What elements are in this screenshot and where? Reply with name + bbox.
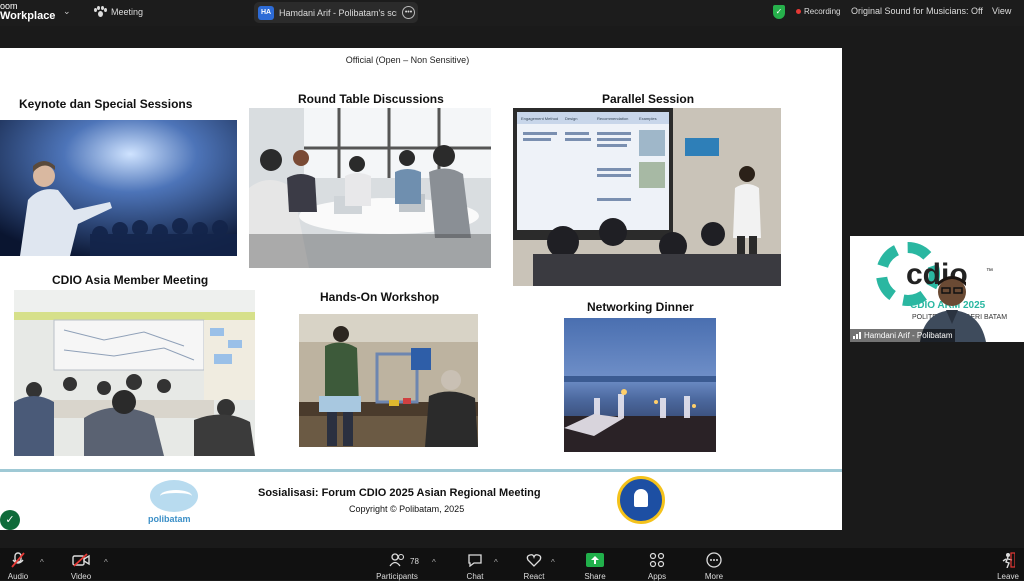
apps-icon (635, 552, 679, 568)
leave-button[interactable]: Leave (986, 552, 1024, 581)
participant-name: Hamdani Arif - Polibatam (864, 331, 953, 340)
paw-icon (94, 6, 107, 18)
section-title-member-meeting: CDIO Asia Member Meeting (52, 273, 209, 287)
apps-button[interactable]: Apps (635, 552, 679, 581)
photo-keynote (0, 120, 237, 256)
screen-col-engagement: Engagement Method (521, 116, 558, 121)
participant-video-tile[interactable]: cdio ™ CDIO ARM 2025 POLITEKNIK NEGERI B… (850, 236, 1024, 342)
chat-button[interactable]: Chat (453, 552, 497, 581)
photo-member-meeting (14, 290, 255, 456)
react-button[interactable]: React (512, 552, 556, 581)
audio-button[interactable]: Audio (0, 552, 40, 581)
section-title-parallel: Parallel Session (602, 92, 695, 106)
screen-share-tab[interactable]: HA Hamdani Arif - Polibatam's scree ••• (254, 2, 418, 23)
presenter-avatar: HA (258, 5, 274, 20)
signal-bars-icon (853, 332, 861, 339)
meeting-toolbar: Audio ^ Video ^ Participants 78 ^ Chat ^… (0, 548, 1024, 581)
ministry-emblem (617, 476, 665, 524)
section-title-round-table: Round Table Discussions (298, 92, 444, 106)
audio-options-chevron-icon[interactable]: ^ (40, 558, 44, 567)
photo-networking-dinner (564, 318, 716, 452)
screen-col-examples: Examples (639, 116, 657, 121)
original-sound-toggle[interactable]: Original Sound for Musicians: Off (851, 6, 983, 16)
react-chevron-icon[interactable]: ^ (551, 558, 555, 567)
view-menu-button[interactable]: View (992, 6, 1011, 16)
footer-title: Sosialisasi: Forum CDIO 2025 Asian Regio… (258, 487, 541, 499)
reaction-icon[interactable]: ✓ (0, 510, 20, 530)
meeting-label: Meeting (111, 7, 144, 17)
photo-parallel-session: Engagement Method Design Recommendation … (513, 108, 781, 286)
participants-count: 78 (410, 557, 419, 566)
shared-slide: Official (Open – Non Sensitive) Keynote … (0, 48, 842, 530)
polibatam-logo: polibatam (146, 480, 202, 526)
section-title-dinner: Networking Dinner (587, 300, 694, 314)
screen-col-design: Design (565, 116, 577, 121)
participant-name-bar: Hamdani Arif - Polibatam (850, 329, 956, 342)
footer-copyright: Copyright © Polibatam, 2025 (349, 504, 465, 514)
slide-divider (0, 469, 842, 472)
share-screen-icon (573, 552, 617, 568)
classification-label: Official (Open – Non Sensitive) (345, 55, 470, 65)
video-options-chevron-icon[interactable]: ^ (104, 558, 108, 567)
participants-chevron-icon[interactable]: ^ (432, 558, 436, 567)
heart-icon (512, 552, 556, 568)
chevron-down-icon[interactable]: ⌄ (63, 6, 71, 17)
chat-icon (453, 552, 497, 568)
app-brand: oom Workplace (0, 1, 56, 22)
camera-off-icon (59, 552, 103, 568)
recording-indicator[interactable]: Recording (796, 7, 840, 16)
screen-share-title: Hamdani Arif - Polibatam's scree (279, 7, 397, 18)
brand-line-2: Workplace (0, 10, 56, 22)
meeting-menu-button[interactable]: Meeting (94, 6, 143, 18)
share-button[interactable]: Share (573, 552, 617, 581)
microphone-muted-icon (0, 552, 40, 568)
recording-dot-icon (796, 9, 801, 14)
screen-col-recommendation: Recommendation (597, 116, 628, 121)
more-icon (692, 552, 736, 568)
photo-workshop (299, 314, 478, 447)
video-button[interactable]: Video (59, 552, 103, 581)
photo-round-table (249, 108, 491, 268)
section-title-keynote: Keynote dan Special Sessions (19, 97, 193, 111)
more-button[interactable]: More (692, 552, 736, 581)
polibatam-logo-text: polibatam (148, 514, 191, 524)
recording-label: Recording (804, 7, 841, 16)
chat-chevron-icon[interactable]: ^ (494, 558, 498, 567)
more-options-icon[interactable]: ••• (402, 6, 415, 19)
security-shield-icon[interactable]: ✓ (773, 5, 785, 19)
leave-icon (986, 552, 1024, 568)
section-title-workshop: Hands-On Workshop (320, 290, 440, 304)
meeting-top-bar: oom Workplace ⌄ Meeting HA Hamdani Arif … (0, 0, 1024, 26)
